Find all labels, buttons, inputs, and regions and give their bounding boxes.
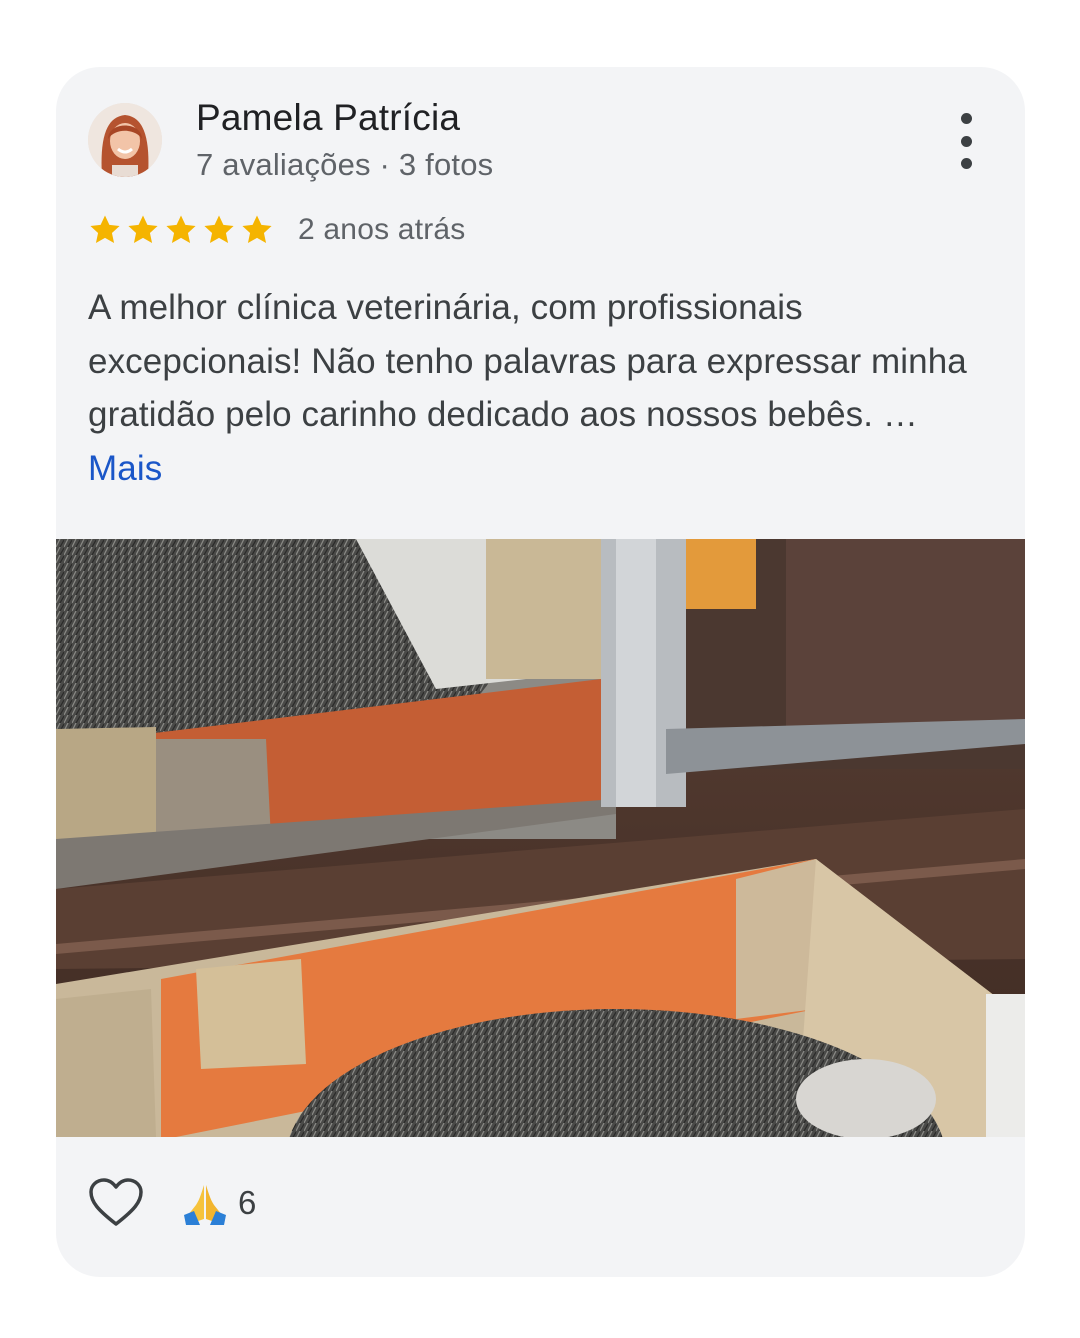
author-avatar[interactable] [88, 103, 162, 177]
review-text: A melhor clínica veterinária, com profis… [88, 281, 988, 495]
more-vert-icon-dot [960, 135, 972, 147]
star-icon [242, 215, 272, 244]
heart-outline-icon [89, 1178, 143, 1226]
like-button[interactable] [88, 1178, 144, 1228]
star-icon [90, 215, 120, 244]
review-card: Pamela Patrícia 7 avaliações · 3 fotos 2… [56, 67, 1025, 1277]
review-photo[interactable] [56, 539, 1025, 1137]
star-icon [204, 215, 234, 244]
star-rating [88, 213, 274, 247]
review-body: A melhor clínica veterinária, com profis… [88, 288, 967, 434]
more-options-button[interactable] [951, 113, 981, 169]
author-meta: 7 avaliações · 3 fotos [196, 147, 494, 182]
star-icon [166, 215, 196, 244]
more-link[interactable]: Mais [88, 449, 162, 488]
star-icon [128, 215, 158, 244]
author-name[interactable]: Pamela Patrícia [196, 97, 460, 139]
more-vert-icon [960, 113, 972, 124]
review-time: 2 anos atrás [298, 213, 466, 246]
folded-hands-emoji [184, 1185, 226, 1225]
rating-row: 2 anos atrás [88, 210, 466, 250]
actions-row: 6 [88, 1175, 256, 1231]
more-vert-icon-dot [960, 158, 972, 169]
reaction-count: 6 [238, 1184, 257, 1221]
reaction-chip[interactable]: 6 [182, 1181, 256, 1225]
